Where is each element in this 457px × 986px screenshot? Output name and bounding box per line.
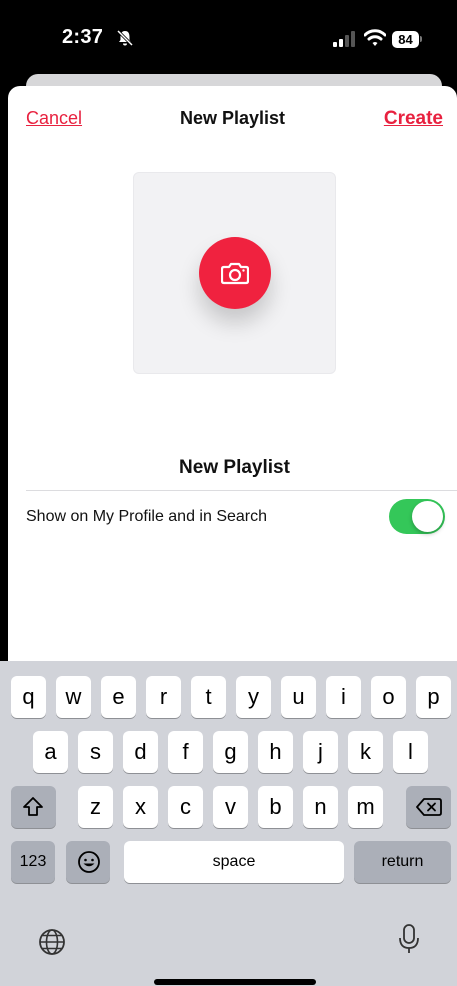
delete-icon	[416, 798, 442, 816]
globe-icon[interactable]	[38, 928, 66, 956]
playlist-name-input[interactable]	[28, 452, 441, 484]
key-v[interactable]: v	[213, 786, 248, 828]
key-a[interactable]: a	[33, 731, 68, 773]
keyboard: q w e r t y u i o p a s d f g h j k l z …	[0, 661, 457, 986]
battery-indicator: 84	[392, 31, 419, 48]
key-d[interactable]: d	[123, 731, 158, 773]
shift-key[interactable]	[11, 786, 56, 828]
key-x[interactable]: x	[123, 786, 158, 828]
key-s[interactable]: s	[78, 731, 113, 773]
emoji-key[interactable]	[66, 841, 110, 883]
playlist-artwork[interactable]	[133, 172, 336, 374]
status-time: 2:37	[62, 26, 104, 48]
key-k[interactable]: k	[348, 731, 383, 773]
key-i[interactable]: i	[326, 676, 361, 718]
show-on-profile-toggle[interactable]	[389, 499, 445, 534]
key-n[interactable]: n	[303, 786, 338, 828]
battery-tip	[420, 36, 422, 42]
key-e[interactable]: e	[101, 676, 136, 718]
key-z[interactable]: z	[78, 786, 113, 828]
microphone-icon[interactable]	[398, 923, 420, 955]
status-bar: 2:37 84	[0, 0, 457, 80]
show-on-profile-label: Show on My Profile and in Search	[26, 508, 268, 525]
space-key[interactable]: space	[124, 841, 344, 883]
key-m[interactable]: m	[348, 786, 383, 828]
return-key[interactable]: return	[354, 841, 451, 883]
home-indicator	[154, 979, 316, 985]
key-h[interactable]: h	[258, 731, 293, 773]
camera-icon	[221, 262, 249, 285]
shift-icon	[23, 797, 43, 816]
key-y[interactable]: y	[236, 676, 271, 718]
key-p[interactable]: p	[416, 676, 451, 718]
key-f[interactable]: f	[168, 731, 203, 773]
add-photo-button[interactable]	[199, 237, 271, 309]
signal-icon	[333, 31, 355, 47]
key-b[interactable]: b	[258, 786, 293, 828]
toggle-knob	[412, 501, 443, 532]
divider	[26, 490, 457, 491]
wifi-icon	[364, 29, 386, 46]
key-g[interactable]: g	[213, 731, 248, 773]
create-button[interactable]: Create	[384, 108, 443, 130]
numbers-key[interactable]: 123	[11, 841, 55, 883]
key-c[interactable]: c	[168, 786, 203, 828]
bell-slash-icon	[116, 29, 134, 47]
delete-key[interactable]	[406, 786, 451, 828]
key-w[interactable]: w	[56, 676, 91, 718]
key-j[interactable]: j	[303, 731, 338, 773]
key-r[interactable]: r	[146, 676, 181, 718]
key-q[interactable]: q	[11, 676, 46, 718]
emoji-icon	[78, 851, 100, 873]
key-l[interactable]: l	[393, 731, 428, 773]
key-o[interactable]: o	[371, 676, 406, 718]
key-u[interactable]: u	[281, 676, 316, 718]
key-t[interactable]: t	[191, 676, 226, 718]
